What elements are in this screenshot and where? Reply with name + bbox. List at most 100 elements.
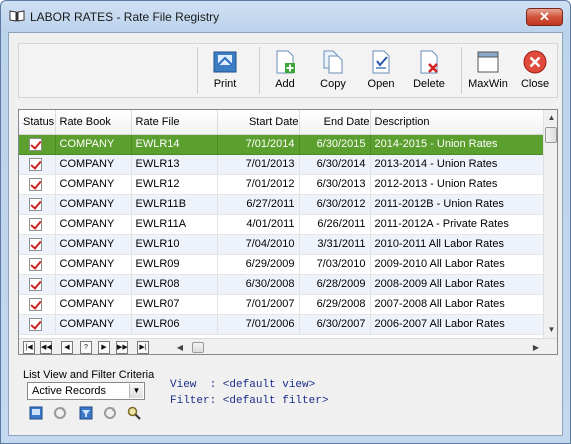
toolbar-separator: [259, 47, 260, 94]
column-header-start-date[interactable]: Start Date: [217, 110, 300, 135]
nav-first-button[interactable]: |◀: [23, 341, 35, 354]
chevron-down-icon[interactable]: ▼: [129, 384, 143, 398]
status-cell[interactable]: [19, 194, 56, 215]
status-checkbox[interactable]: [29, 317, 42, 331]
description-cell: 2008-2009 All Labor Rates: [370, 274, 557, 295]
nav-page-down-button[interactable]: ▶▶: [116, 341, 128, 354]
status-cell[interactable]: [19, 154, 56, 175]
print-button[interactable]: Print: [202, 49, 248, 93]
description-cell: 2011-2012B - Union Rates: [370, 194, 557, 215]
status-cell[interactable]: [19, 274, 56, 295]
search-icon[interactable]: [127, 406, 141, 420]
rate-book-cell: COMPANY: [55, 294, 132, 315]
view-icon[interactable]: [29, 406, 43, 420]
horizontal-scrollbar[interactable]: ◀ ▶: [175, 341, 541, 354]
status-cell[interactable]: [19, 314, 56, 335]
status-checkbox[interactable]: [29, 217, 42, 231]
maximize-window-icon: [477, 51, 499, 73]
rate-book-cell: COMPANY: [55, 154, 132, 175]
record-filter-select[interactable]: Active Records ▼: [27, 382, 145, 400]
nav-page-up-button[interactable]: ◀◀: [40, 341, 52, 354]
copy-button[interactable]: Copy: [310, 49, 356, 93]
table-row[interactable]: COMPANY EWLR14 7/01/2014 6/30/2015 2014-2015…: [19, 134, 557, 155]
rate-file-cell: EWLR13: [131, 154, 218, 175]
status-checkbox[interactable]: [29, 197, 42, 211]
window-close-button[interactable]: ✕: [526, 8, 563, 26]
rate-book-cell: COMPANY: [55, 274, 132, 295]
column-header-end-date[interactable]: End Date: [299, 110, 371, 135]
status-checkbox[interactable]: [29, 237, 42, 251]
table-row[interactable]: COMPANY EWLR11A 4/01/2011 6/26/2011 2011-201…: [19, 214, 557, 235]
maxwin-label: MaxWin: [468, 78, 508, 90]
description-cell: 2013-2014 - Union Rates: [370, 154, 557, 175]
table-row[interactable]: COMPANY EWLR07 7/01/2007 6/29/2008 2007-2008…: [19, 294, 557, 315]
column-header-rate-book[interactable]: Rate Book: [55, 110, 132, 135]
status-checkbox[interactable]: [29, 137, 42, 151]
rate-file-grid[interactable]: Status Rate Book Rate File Start Date En…: [18, 109, 558, 355]
status-cell[interactable]: [19, 234, 56, 255]
start-date-cell: 4/01/2011: [217, 214, 300, 235]
rate-file-cell: EWLR07: [131, 294, 218, 315]
end-date-cell: 6/30/2015: [299, 134, 371, 155]
status-cell[interactable]: [19, 254, 56, 275]
table-row[interactable]: COMPANY EWLR06 7/01/2006 6/30/2007 2006-2007…: [19, 314, 557, 335]
close-button[interactable]: Close: [512, 49, 558, 93]
end-date-cell: 6/30/2013: [299, 174, 371, 195]
title-bar[interactable]: LABOR RATES - Rate File Registry ✕: [1, 1, 570, 31]
rate-file-cell: EWLR11A: [131, 214, 218, 235]
close-icon: [523, 50, 547, 74]
table-row[interactable]: COMPANY EWLR09 6/29/2009 7/03/2010 2009-2010…: [19, 254, 557, 275]
delete-label: Delete: [413, 78, 445, 90]
scroll-right-arrow[interactable]: ▶: [531, 341, 541, 354]
open-button[interactable]: Open: [358, 49, 404, 93]
nav-query-button[interactable]: ?: [80, 341, 92, 354]
column-header-description[interactable]: Description: [370, 110, 557, 135]
status-checkbox[interactable]: [29, 257, 42, 271]
table-row[interactable]: COMPANY EWLR11B 6/27/2011 6/30/2012 2011-201…: [19, 194, 557, 215]
status-checkbox[interactable]: [29, 177, 42, 191]
horizontal-scroll-thumb[interactable]: [192, 342, 204, 353]
table-row[interactable]: COMPANY EWLR12 7/01/2012 6/30/2013 2012-2013…: [19, 174, 557, 195]
status-cell[interactable]: [19, 294, 56, 315]
column-header-rate-file[interactable]: Rate File: [131, 110, 218, 135]
scroll-up-arrow[interactable]: ▲: [544, 110, 557, 126]
vertical-scrollbar[interactable]: ▲ ▼: [543, 110, 557, 338]
end-date-cell: 6/30/2012: [299, 194, 371, 215]
table-header: Status Rate Book Rate File Start Date En…: [19, 110, 557, 135]
status-checkbox[interactable]: [29, 297, 42, 311]
scroll-left-arrow[interactable]: ◀: [175, 341, 185, 354]
copy-icon: [323, 50, 343, 74]
column-header-status[interactable]: Status: [19, 110, 56, 135]
rate-book-cell: COMPANY: [55, 254, 132, 275]
filter-icon[interactable]: [79, 406, 93, 420]
add-button[interactable]: Add: [262, 49, 308, 93]
window-title: LABOR RATES - Rate File Registry: [30, 10, 220, 24]
delete-button[interactable]: Delete: [406, 49, 452, 93]
nav-last-button[interactable]: ▶|: [137, 341, 149, 354]
refresh-filter-icon[interactable]: [103, 406, 117, 420]
scroll-thumb[interactable]: [545, 127, 557, 143]
copy-label: Copy: [320, 78, 346, 90]
start-date-cell: 7/04/2010: [217, 234, 300, 255]
status-cell[interactable]: [19, 134, 56, 155]
end-date-cell: 6/29/2008: [299, 294, 371, 315]
maxwin-button[interactable]: MaxWin: [465, 49, 511, 93]
end-date-cell: 3/31/2011: [299, 234, 371, 255]
status-cell[interactable]: [19, 174, 56, 195]
table-row[interactable]: COMPANY EWLR08 6/30/2008 6/28/2009 2008-2009…: [19, 274, 557, 295]
table-row[interactable]: COMPANY EWLR13 7/01/2013 6/30/2014 2013-2014…: [19, 154, 557, 175]
rate-file-table: Status Rate Book Rate File Start Date En…: [19, 110, 557, 335]
table-row[interactable]: COMPANY EWLR10 7/04/2010 3/31/2011 2010-2011…: [19, 234, 557, 255]
filter-icon-row: [29, 406, 149, 422]
status-checkbox[interactable]: [29, 157, 42, 171]
status-cell[interactable]: [19, 214, 56, 235]
nav-next-button[interactable]: ▶: [98, 341, 110, 354]
scroll-down-arrow[interactable]: ▼: [544, 322, 557, 338]
nav-prev-button[interactable]: ◀: [61, 341, 73, 354]
rate-book-cell: COMPANY: [55, 314, 132, 335]
status-checkbox[interactable]: [29, 277, 42, 291]
view-criteria-text: View : <default view>: [170, 379, 316, 391]
refresh-view-icon[interactable]: [53, 406, 67, 420]
filter-criteria-text: Filter: <default filter>: [170, 395, 329, 407]
description-cell: 2012-2013 - Union Rates: [370, 174, 557, 195]
